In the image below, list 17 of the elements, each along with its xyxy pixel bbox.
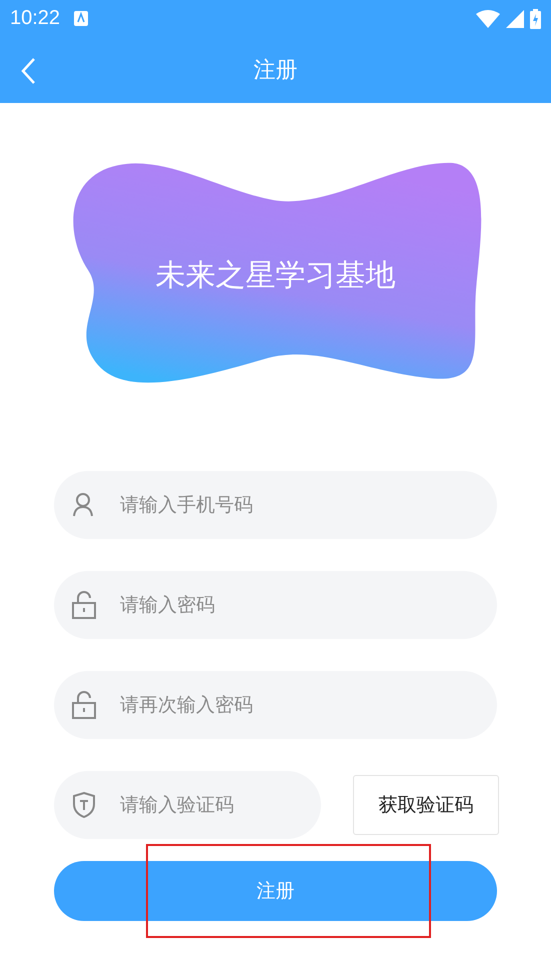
lock-icon xyxy=(72,691,96,719)
phone-field[interactable]: 请输入手机号码 xyxy=(54,471,497,539)
shield-icon xyxy=(72,792,96,818)
lock-icon xyxy=(72,591,96,619)
banner-title: 未来之星学习基地 xyxy=(156,256,396,294)
code-field[interactable]: 请输入验证码 xyxy=(54,771,321,839)
get-code-button[interactable]: 获取验证码 xyxy=(353,775,499,835)
user-icon xyxy=(72,493,94,517)
password-field[interactable]: 请再次输入密码 xyxy=(54,671,497,739)
password-field[interactable]: 请输入密码 xyxy=(54,571,497,639)
wifi-icon xyxy=(476,10,500,28)
notification-icon xyxy=(74,11,88,26)
back-icon[interactable] xyxy=(20,57,36,85)
signal-icon xyxy=(506,10,524,28)
battery-icon xyxy=(530,8,541,28)
status-time: 10:22 xyxy=(10,7,60,30)
page-title: 注册 xyxy=(254,57,298,85)
